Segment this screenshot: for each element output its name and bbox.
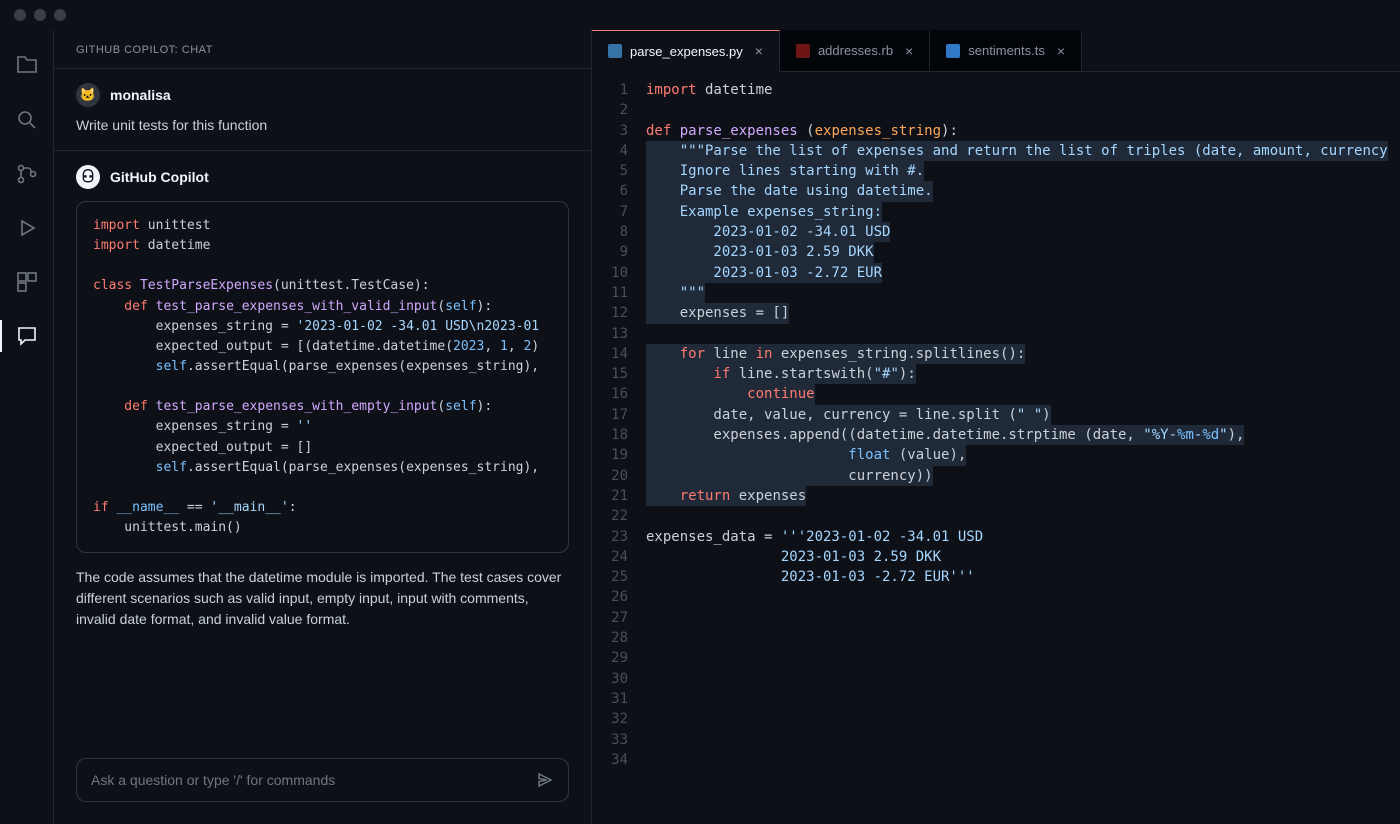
search-icon[interactable]: [15, 108, 39, 132]
copilot-avatar-icon: [76, 165, 100, 189]
close-window-icon[interactable]: [14, 9, 26, 21]
chat-icon[interactable]: [15, 324, 39, 348]
file-type-icon: [946, 44, 960, 58]
close-icon[interactable]: ×: [755, 43, 763, 59]
send-icon[interactable]: [536, 771, 554, 789]
extensions-icon[interactable]: [15, 270, 39, 294]
editor-tabs: parse_expenses.py×addresses.rb×sentiment…: [592, 30, 1400, 72]
explorer-icon[interactable]: [15, 54, 39, 78]
tab-label: sentiments.ts: [968, 43, 1045, 58]
bot-message: GitHub Copilot import unittest import da…: [54, 151, 591, 644]
close-icon[interactable]: ×: [905, 43, 913, 59]
maximize-window-icon[interactable]: [54, 9, 66, 21]
run-debug-icon[interactable]: [15, 216, 39, 240]
user-avatar-icon: 🐱: [76, 83, 100, 107]
chat-header: GITHUB COPILOT: CHAT: [54, 30, 591, 69]
line-gutter: 1234567891011121314151617181920212223242…: [592, 80, 646, 824]
file-type-icon: [796, 44, 810, 58]
code-content[interactable]: import datetimedef parse_expenses (expen…: [646, 80, 1400, 824]
tab-addresses-rb[interactable]: addresses.rb ×: [780, 30, 930, 71]
close-icon[interactable]: ×: [1057, 43, 1065, 59]
titlebar: [0, 0, 1400, 30]
chat-input[interactable]: [76, 758, 569, 802]
editor-body[interactable]: 1234567891011121314151617181920212223242…: [592, 72, 1400, 824]
bot-name: GitHub Copilot: [110, 169, 209, 185]
chat-input-field[interactable]: [91, 772, 536, 788]
source-control-icon[interactable]: [15, 162, 39, 186]
tab-label: addresses.rb: [818, 43, 893, 58]
suggested-code-block[interactable]: import unittest import datetime class Te…: [76, 201, 569, 553]
activity-bar: [0, 30, 54, 824]
user-prompt: Write unit tests for this function: [76, 115, 569, 136]
tab-label: parse_expenses.py: [630, 44, 743, 59]
editor-panel: parse_expenses.py×addresses.rb×sentiment…: [592, 30, 1400, 824]
file-type-icon: [608, 44, 622, 58]
tab-sentiments-ts[interactable]: sentiments.ts ×: [930, 30, 1082, 71]
tab-parse_expenses-py[interactable]: parse_expenses.py ×: [592, 30, 780, 72]
bot-explanation: The code assumes that the datetime modul…: [76, 567, 569, 630]
user-message: 🐱 monalisa Write unit tests for this fun…: [54, 69, 591, 151]
chat-panel: GITHUB COPILOT: CHAT 🐱 monalisa Write un…: [54, 30, 592, 824]
minimize-window-icon[interactable]: [34, 9, 46, 21]
user-name: monalisa: [110, 87, 171, 103]
